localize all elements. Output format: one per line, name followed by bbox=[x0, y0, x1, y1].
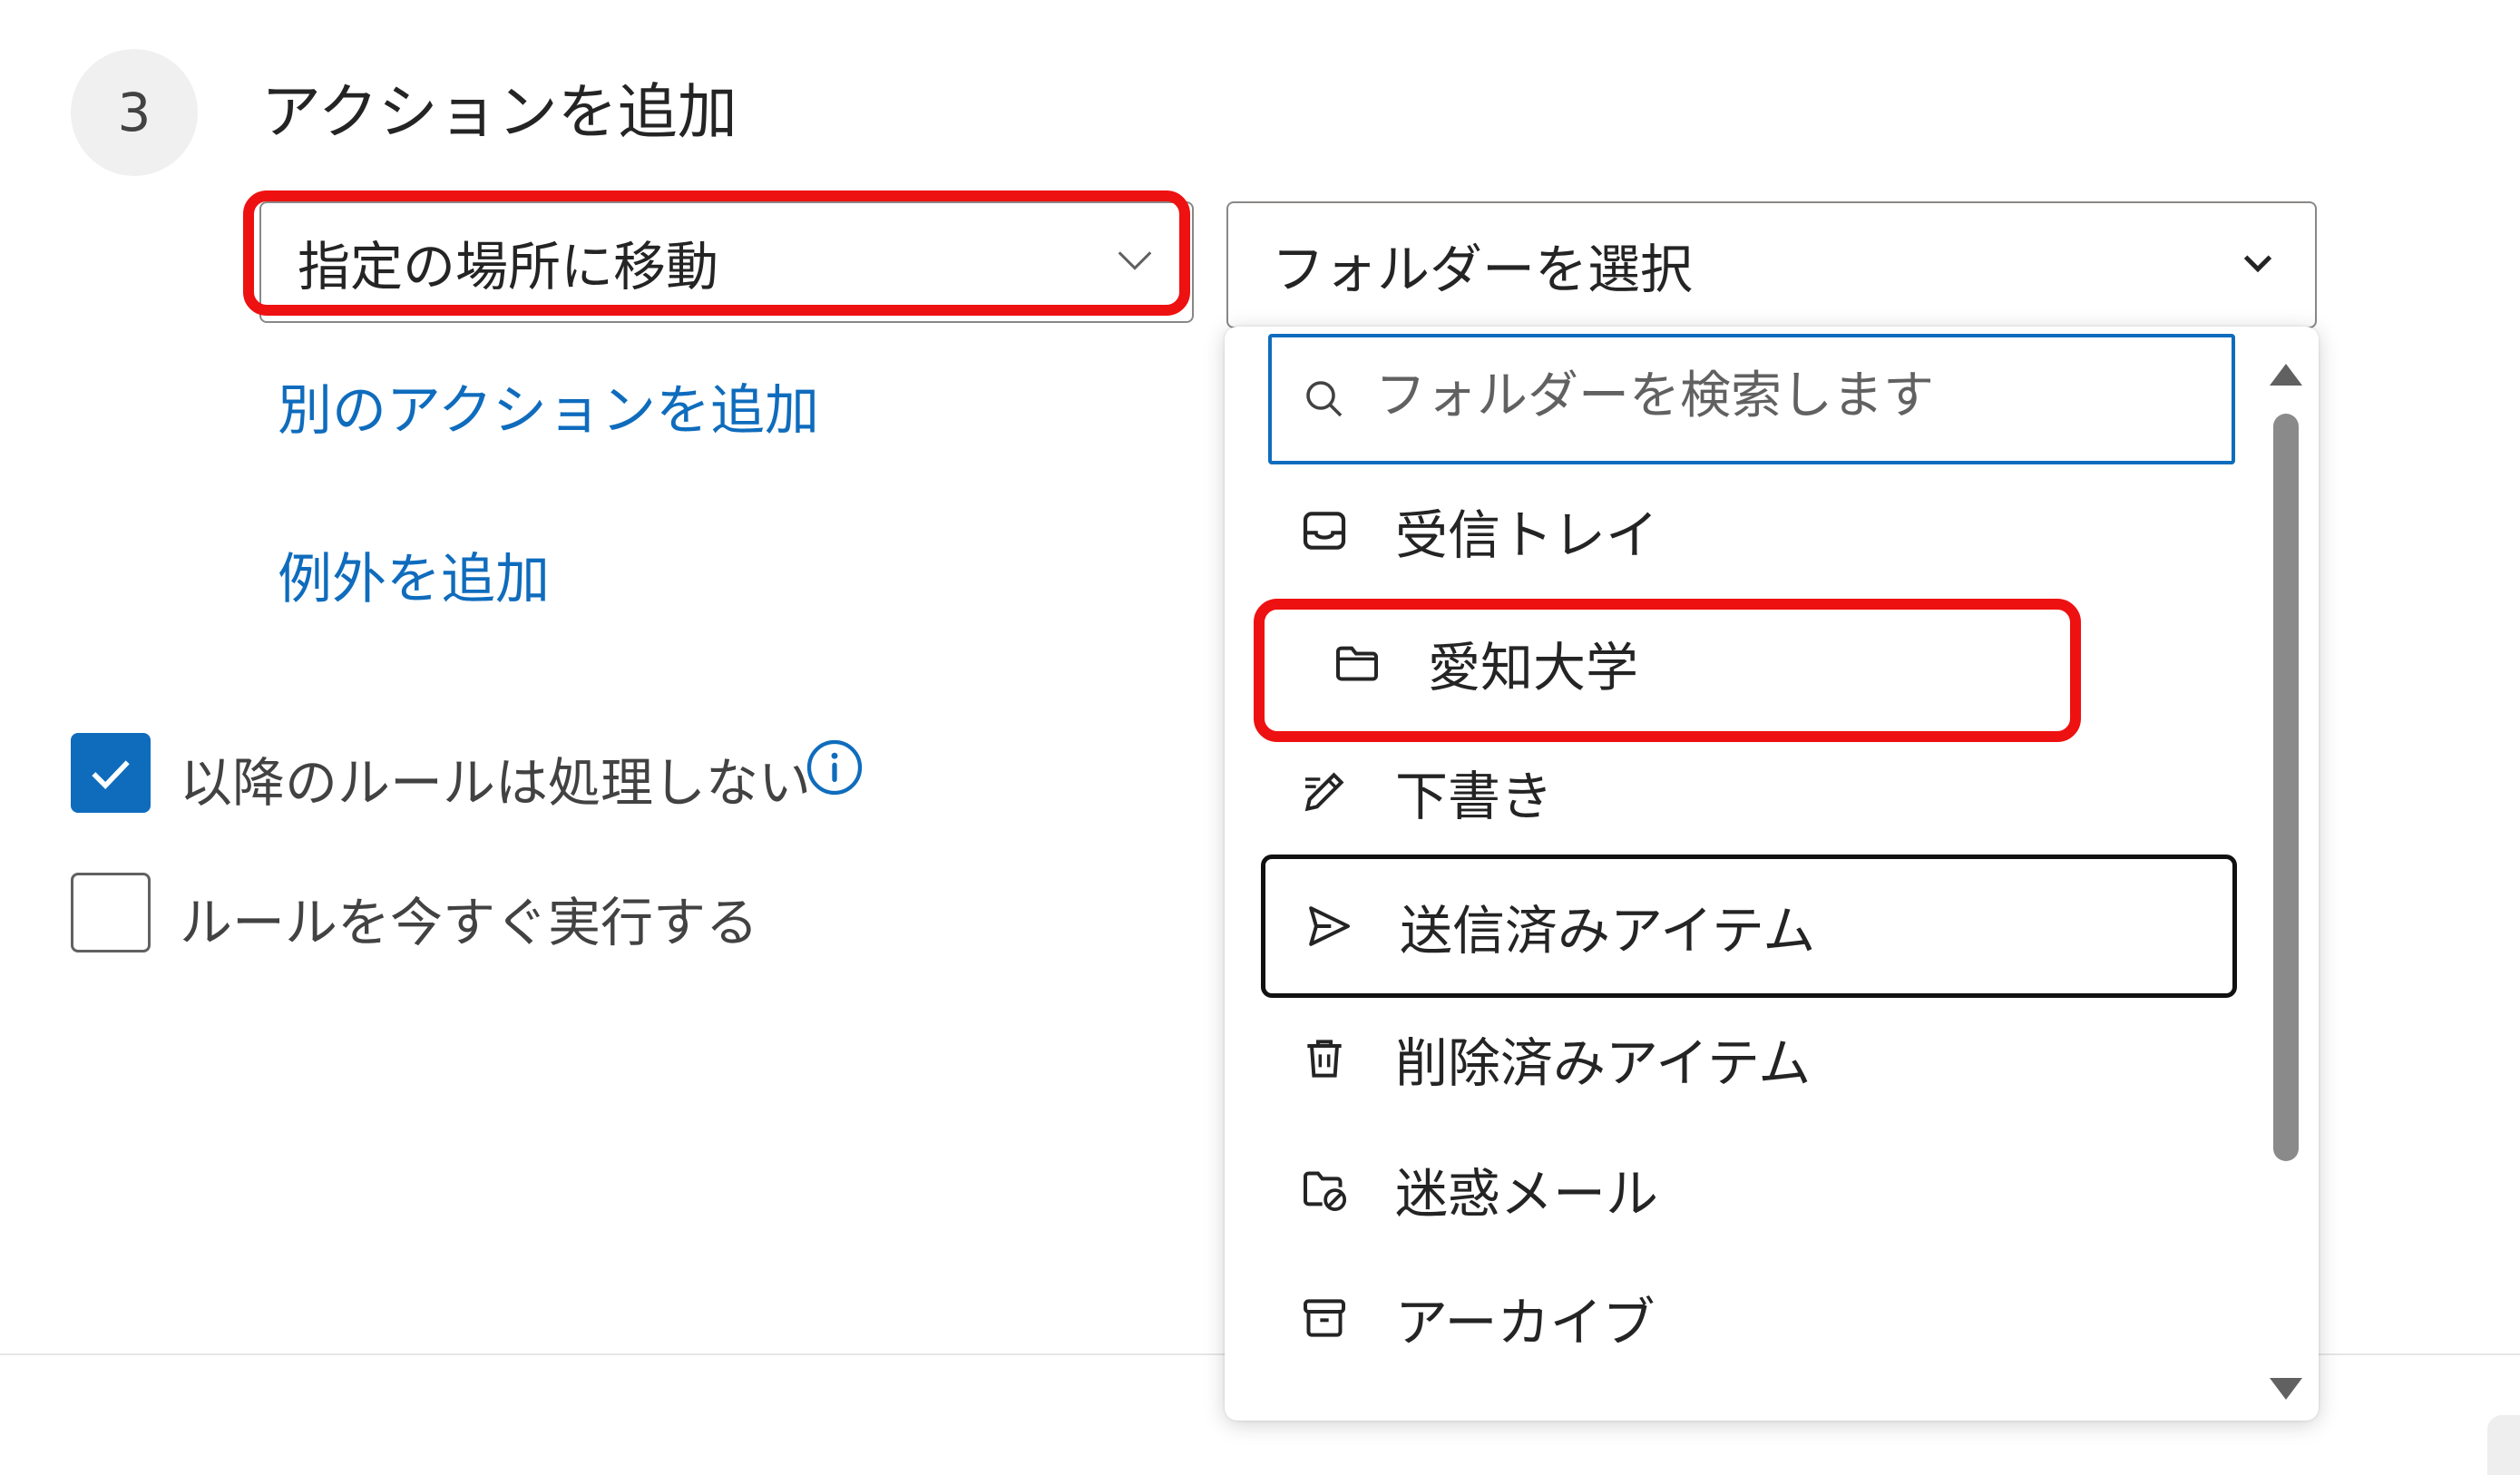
chevron-down-icon bbox=[1118, 251, 1152, 270]
folder-search-box[interactable] bbox=[1268, 334, 2235, 464]
add-another-action-link[interactable]: 別のアクションを追加 bbox=[278, 366, 819, 445]
folder-item-label: 迷惑メール bbox=[1395, 1163, 1659, 1225]
scroll-down-arrow-icon[interactable] bbox=[2268, 1373, 2304, 1404]
stop-processing-checkbox[interactable] bbox=[71, 733, 151, 813]
run-now-label: ルールを今すぐ実行する bbox=[180, 892, 759, 953]
step-number-badge: 3 bbox=[71, 49, 198, 176]
folder-item-inbox[interactable]: 受信トレイ bbox=[1261, 466, 2228, 595]
folder-item-aichi-university[interactable]: 愛知大学 bbox=[1261, 599, 2228, 728]
folder-select-dropdown[interactable]: フォルダーを選択 bbox=[1226, 201, 2317, 328]
chevron-down-icon bbox=[2243, 255, 2272, 273]
inbox-icon bbox=[1303, 512, 1346, 550]
folder-item-label: 愛知大学 bbox=[1428, 637, 1639, 698]
folder-menu: 受信トレイ 愛知大学 下書き 送信済みアイテム 削除済みアイテム bbox=[1225, 327, 2319, 1421]
add-exception-link[interactable]: 例外を追加 bbox=[278, 535, 550, 614]
folder-item-junk[interactable]: 迷惑メール bbox=[1261, 1125, 2228, 1254]
run-now-checkbox[interactable] bbox=[71, 873, 151, 952]
action-type-value: 指定の場所に移動 bbox=[298, 236, 719, 298]
junk-folder-icon bbox=[1304, 1171, 1347, 1212]
folder-search-input[interactable] bbox=[1375, 354, 2192, 437]
archive-icon bbox=[1304, 1299, 1345, 1337]
trash-icon bbox=[1307, 1040, 1342, 1078]
folder-item-archive[interactable]: アーカイブ bbox=[1261, 1254, 2228, 1382]
folder-item-drafts[interactable]: 下書き bbox=[1261, 728, 2228, 856]
folder-select-value: フォルダーを選択 bbox=[1272, 239, 1694, 300]
folder-menu-scrollbar[interactable] bbox=[2261, 336, 2311, 1412]
corner-panel bbox=[2487, 1415, 2520, 1475]
folder-item-label: 送信済みアイテム bbox=[1400, 900, 1816, 962]
folder-item-label: 削除済みアイテム bbox=[1395, 1032, 1812, 1094]
scroll-up-arrow-icon[interactable] bbox=[2268, 359, 2304, 390]
stop-processing-label: 以降のルールは処理しない bbox=[180, 752, 812, 814]
info-icon[interactable] bbox=[806, 738, 864, 796]
scroll-thumb[interactable] bbox=[2273, 414, 2299, 1161]
search-icon bbox=[1306, 381, 1343, 417]
checkmark-icon bbox=[92, 760, 130, 790]
action-type-dropdown[interactable]: 指定の場所に移動 bbox=[259, 201, 1194, 323]
folder-item-deleted-items[interactable]: 削除済みアイテム bbox=[1261, 994, 2228, 1123]
step-title: アクションを追加 bbox=[261, 77, 737, 147]
folder-item-label: 受信トレイ bbox=[1395, 504, 1659, 566]
folder-item-label: 下書き bbox=[1395, 766, 1554, 827]
send-icon bbox=[1309, 906, 1350, 946]
folder-item-label: アーカイブ bbox=[1395, 1292, 1656, 1353]
folder-item-sent-items[interactable]: 送信済みアイテム bbox=[1261, 855, 2237, 998]
pencil-icon bbox=[1304, 772, 1344, 812]
folder-icon bbox=[1336, 646, 1378, 681]
